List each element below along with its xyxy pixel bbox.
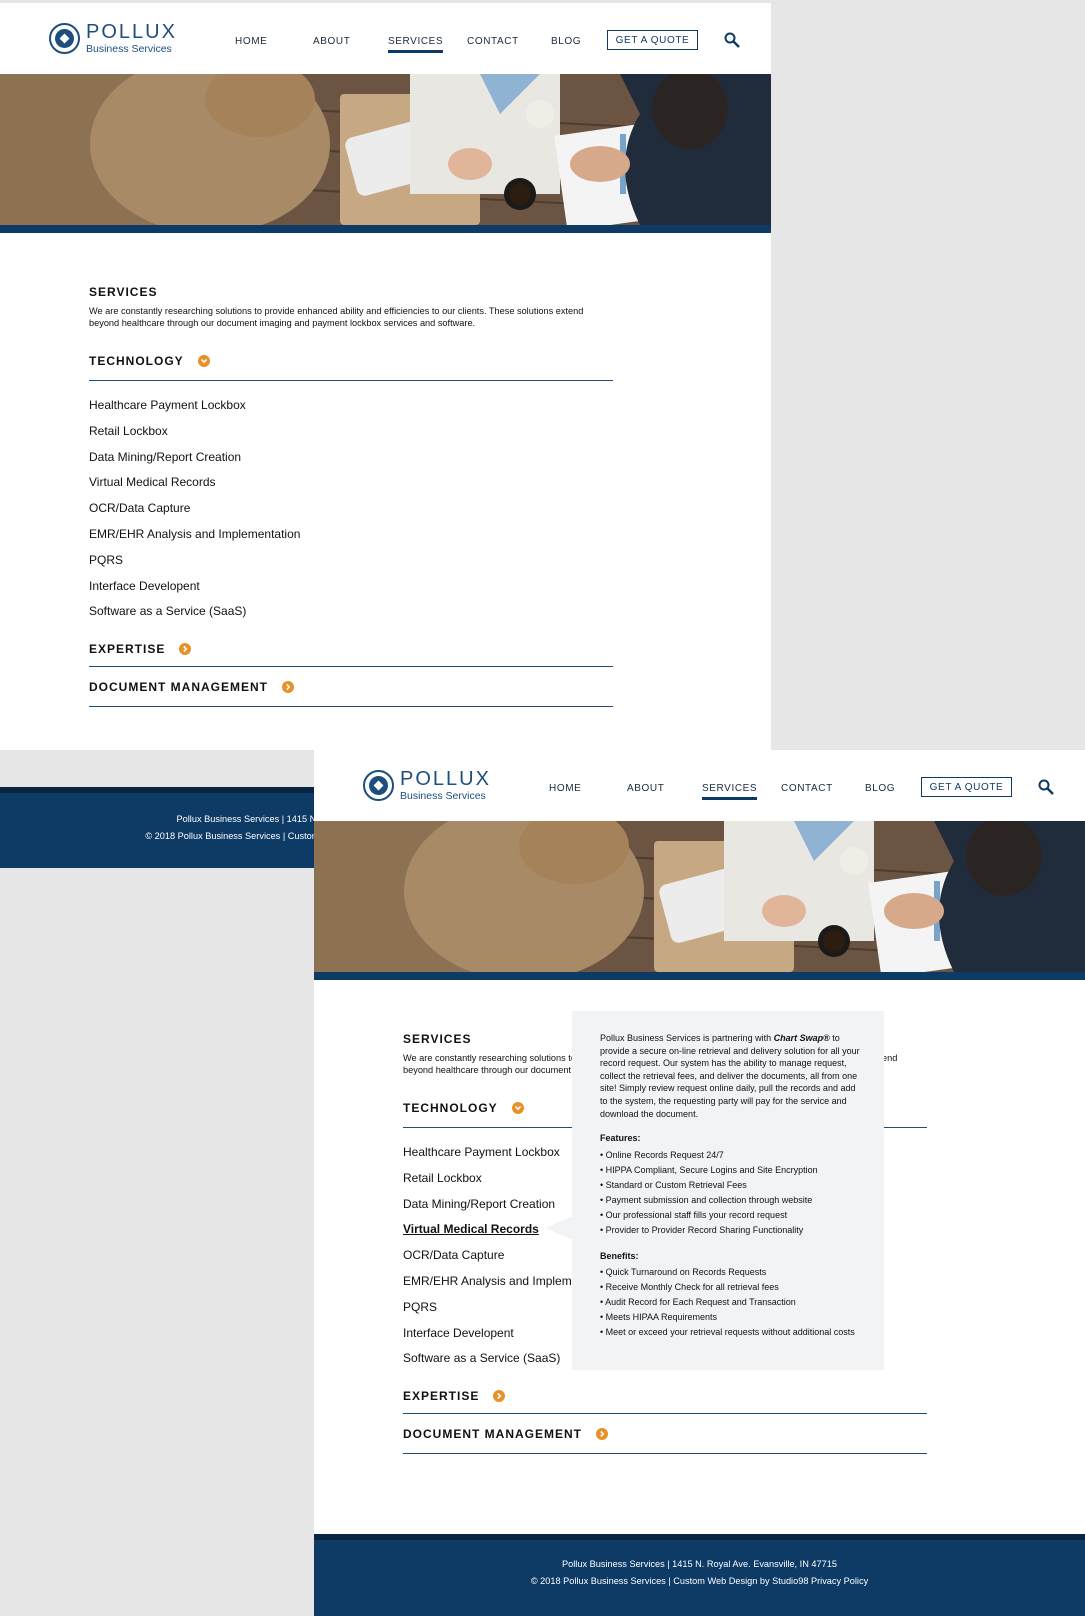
chevron-right-icon [493,1389,506,1402]
search-icon[interactable] [724,32,740,48]
accordion-expertise-title: EXPERTISE [89,641,166,656]
services-title: SERVICES [89,285,158,299]
popover-benefits-title: Benefits: [600,1250,639,1261]
logo-emblem-icon [363,769,394,801]
feature-item: Our professional staff fills your record… [600,1208,863,1223]
benefit-item: Meet or exceed your retrieval requests w… [600,1325,863,1340]
services-intro: We are constantly researching solutions … [89,306,584,328]
virtual-medical-records-popover: Pollux Business Services is partnering w… [546,1011,884,1370]
nav-services[interactable]: SERVICES [388,36,444,53]
benefit-item: Meets HIPAA Requirements [600,1310,863,1325]
feature-item: Online Records Request 24/7 [600,1148,863,1163]
logo-name: POLLUX [400,768,491,790]
feature-item: HIPPA Compliant, Secure Logins and Site … [600,1163,863,1178]
list-item-saas[interactable]: Software as a Service (SaaS) [89,599,613,625]
list-item-interface-developent[interactable]: Interface Developent [89,574,613,600]
site-footer: Pollux Business Services | 1415 N. Royal… [314,1534,1085,1616]
list-item-virtual-medical-records[interactable]: Virtual Medical Records [89,470,613,496]
accordion-expertise[interactable]: EXPERTISE [403,1378,927,1415]
list-item-data-mining[interactable]: Data Mining/Report Creation [89,445,613,471]
footer-band-back: Pollux Business Services | 1415 N. Royal… [0,787,483,868]
feature-item: Payment submission and collection throug… [600,1193,863,1208]
footer-line2: © 2018 Pollux Business Services | Custom… [530,1576,869,1586]
feature-item: Provider to Provider Record Sharing Func… [600,1223,863,1238]
site-header: POLLUX Business Services HOME ABOUT SERV… [0,3,771,74]
nav-contact[interactable]: CONTACT [781,783,833,794]
chevron-right-icon [282,680,294,693]
nav-blog[interactable]: BLOG [551,36,581,47]
list-item-retail-lockbox[interactable]: Retail Lockbox [89,419,613,445]
logo-emblem-icon [49,22,80,54]
benefit-item: Receive Monthly Check for all retrieval … [600,1280,863,1295]
popover-benefits-list: Quick Turnaround on Records Requests Rec… [600,1265,863,1340]
logo-subtitle: Business Services [86,43,172,55]
accordion-document-management-title: DOCUMENT MANAGEMENT [89,679,268,694]
nav-about[interactable]: ABOUT [627,783,664,794]
nav-home[interactable]: HOME [235,36,267,47]
accordion-document-management-title: DOCUMENT MANAGEMENT [403,1426,582,1441]
page-frame-collapsed: POLLUX Business Services HOME ABOUT SERV… [0,3,771,750]
benefit-item: Audit Record for Each Request and Transa… [600,1295,863,1310]
list-item-emr-ehr[interactable]: EMR/EHR Analysis and Implementation [89,522,613,548]
logo[interactable]: POLLUX Business Services [363,769,491,802]
benefit-item: Quick Turnaround on Records Requests [600,1265,863,1280]
hero-stripe [0,225,771,233]
logo-name: POLLUX [86,21,177,43]
nav-home[interactable]: HOME [549,783,581,794]
footer-line1: Pollux Business Services | 1415 N. Royal… [562,1559,837,1569]
hero-image [314,821,1085,972]
accordion-technology-title: TECHNOLOGY [89,353,184,368]
list-item-healthcare-payment-lockbox[interactable]: Healthcare Payment Lockbox [89,393,613,419]
search-icon[interactable] [1038,779,1054,795]
nav-blog[interactable]: BLOG [865,783,895,794]
hero-stripe [314,972,1085,980]
chevron-down-icon [511,1101,524,1114]
logo[interactable]: POLLUX Business Services [49,22,177,55]
hero-photo [314,821,1085,972]
logo-subtitle: Business Services [400,790,486,802]
accordion-document-management[interactable]: DOCUMENT MANAGEMENT [403,1414,927,1455]
popover-features-title: Features: [600,1133,641,1144]
get-a-quote-button[interactable]: GET A QUOTE [921,777,1012,797]
chevron-right-icon [596,1427,608,1440]
list-item-ocr-data-capture[interactable]: OCR/Data Capture [89,496,613,522]
get-a-quote-button[interactable]: GET A QUOTE [607,30,698,50]
accordion-document-management[interactable]: DOCUMENT MANAGEMENT [89,667,613,708]
popover-intro: Pollux Business Services is partnering w… [600,1033,860,1119]
nav-services[interactable]: SERVICES [702,783,758,800]
services-content: SERVICES We are constantly researching s… [89,285,613,708]
hero-image [0,74,771,225]
accordion-expertise[interactable]: EXPERTISE [89,631,613,668]
chevron-down-icon [197,354,210,367]
accordion-technology-title: TECHNOLOGY [403,1100,498,1115]
nav-about[interactable]: ABOUT [313,36,350,47]
accordion-expertise-title: EXPERTISE [403,1388,480,1403]
feature-item: Standard or Custom Retrieval Fees [600,1178,863,1193]
list-item-pqrs[interactable]: PQRS [89,548,613,574]
accordion-technology[interactable]: TECHNOLOGY [89,341,613,381]
popover-features-list: Online Records Request 24/7 HIPPA Compli… [600,1148,863,1238]
chevron-right-icon [179,642,192,655]
site-header: POLLUX Business Services HOME ABOUT SERV… [314,750,1085,821]
technology-list: Healthcare Payment Lockbox Retail Lockbo… [89,381,613,631]
hero-photo [0,74,771,225]
nav-contact[interactable]: CONTACT [467,36,519,47]
chart-swap-brand: Chart Swap® [773,1033,830,1043]
